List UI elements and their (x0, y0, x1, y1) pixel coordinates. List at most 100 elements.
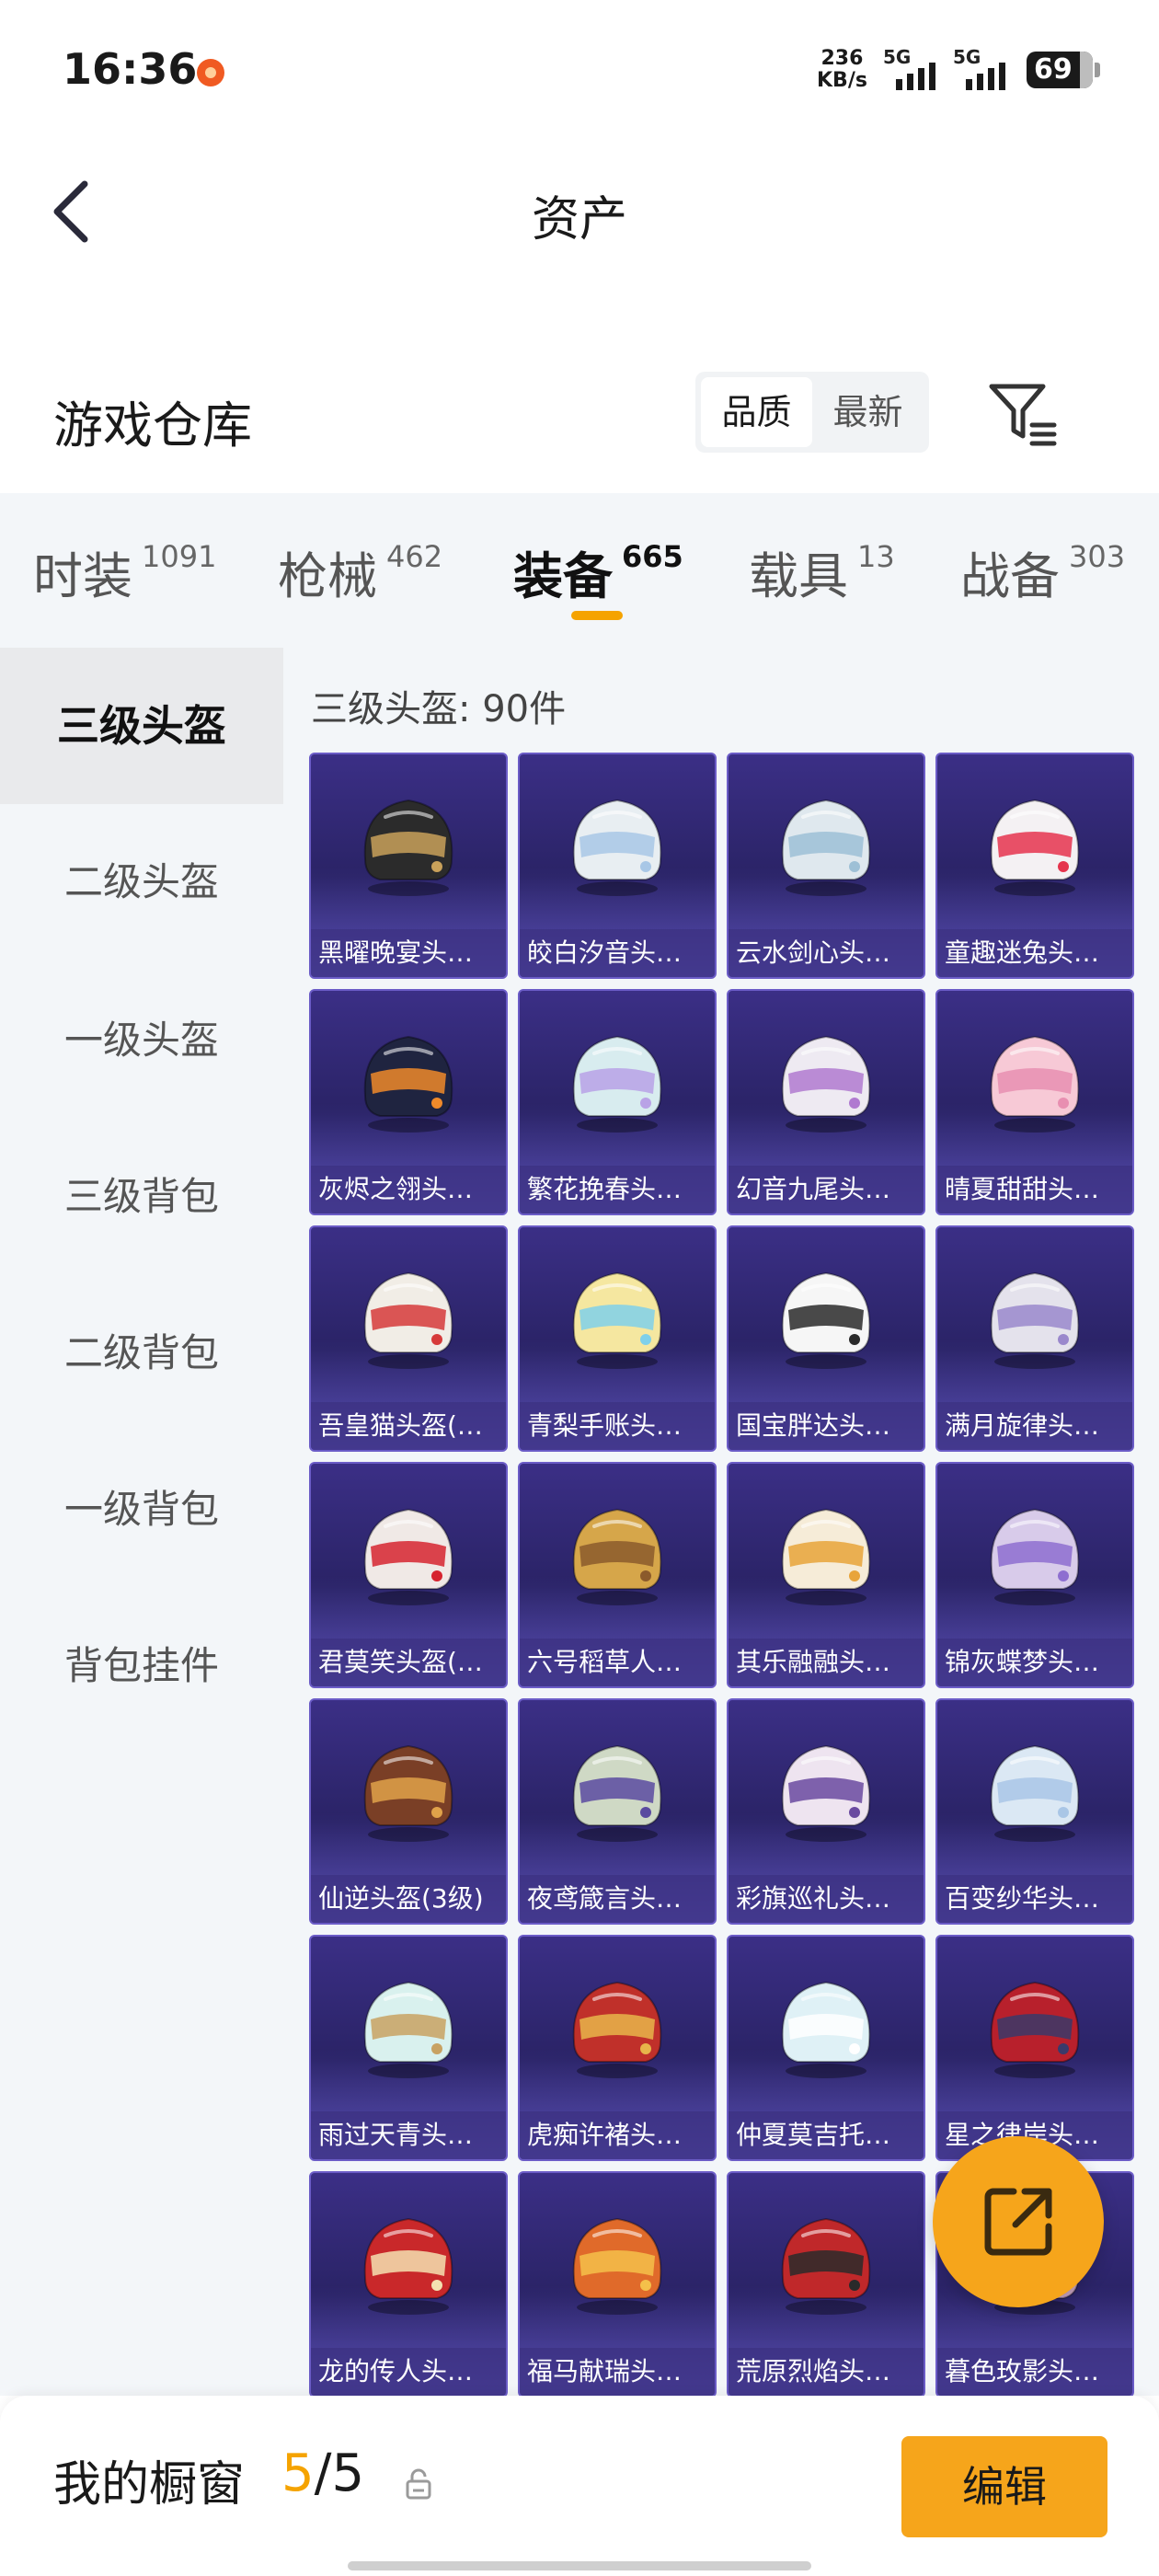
tab-count: 13 (857, 539, 895, 574)
helmet-icon (990, 1744, 1080, 1842)
warehouse-title: 游戏仓库 (53, 397, 252, 454)
item-name: 灰烬之翎头… (311, 1166, 506, 1213)
item-name: 繁花挽春头… (520, 1166, 715, 1213)
share-icon (984, 2188, 1052, 2256)
helmet-icon (781, 2217, 871, 2315)
battery-level: 69 (1034, 53, 1073, 86)
item-card[interactable]: 灰烬之翎头… (309, 989, 508, 1215)
tab-equipment[interactable]: 装备 665 (513, 535, 683, 608)
tab-guns[interactable]: 枪械 462 (278, 535, 442, 608)
item-card[interactable]: 童趣迷兔头… (935, 753, 1134, 979)
item-card[interactable]: 仲夏莫吉托… (727, 1935, 925, 2161)
sidebar-item-level2-backpack[interactable]: 二级背包 (0, 1275, 283, 1432)
item-card[interactable]: 黑曜晚宴头… (309, 753, 508, 979)
item-card[interactable]: 百变纱华头… (935, 1698, 1134, 1925)
item-card[interactable]: 云水剑心头… (727, 753, 925, 979)
item-name: 福马献瑞头… (520, 2348, 715, 2396)
signal-2-label: 5G (953, 46, 981, 68)
sort-option-latest[interactable]: 最新 (812, 377, 924, 447)
item-card[interactable]: 雨过天青头… (309, 1935, 508, 2161)
edit-button[interactable]: 编辑 (901, 2436, 1107, 2537)
item-card[interactable]: 仙逆头盔(3级) (309, 1698, 508, 1925)
tab-label: 战备 (960, 547, 1060, 605)
item-card[interactable]: 繁花挽春头… (518, 989, 717, 1215)
item-name: 晴夏甜甜头… (937, 1166, 1132, 1213)
battery-icon: 69 (1027, 52, 1100, 88)
item-card[interactable]: 青梨手账头… (518, 1225, 717, 1452)
helmet-icon (781, 1035, 871, 1133)
helmet-icon (781, 1744, 871, 1842)
item-name: 青梨手账头… (520, 1402, 715, 1450)
sidebar-item-level1-backpack[interactable]: 一级背包 (0, 1432, 283, 1588)
item-name: 荒原烈焰头… (729, 2348, 924, 2396)
item-card[interactable]: 其乐融融头… (727, 1462, 925, 1688)
helmet-icon (990, 1271, 1080, 1369)
tab-gear[interactable]: 战备 303 (960, 535, 1125, 608)
showcase-current: 5 (281, 2444, 315, 2503)
signal-1-icon: 5G (883, 46, 935, 90)
tab-label: 载具 (749, 547, 848, 605)
helmet-icon (781, 799, 871, 896)
helmet-icon (572, 1981, 662, 2078)
showcase-total: /5 (314, 2444, 365, 2503)
item-panel: 三级头盔: 90件 黑曜晚宴头… 皎白汐音头… 云水剑心头… 童趣迷兔头… 灰烬之翎头…… (283, 648, 1159, 2398)
tab-count: 303 (1069, 539, 1126, 574)
item-card[interactable]: 幻音九尾头… (727, 989, 925, 1215)
tab-vehicles[interactable]: 载具 13 (749, 535, 895, 608)
item-name: 龙的传人头… (311, 2348, 506, 2396)
item-name: 六号稻草人… (520, 1639, 715, 1686)
item-card[interactable]: 夜鸢箴言头… (518, 1698, 717, 1925)
showcase-bar: 我的橱窗 5/5 编辑 (0, 2396, 1159, 2576)
sidebar-item-level3-backpack[interactable]: 三级背包 (0, 1119, 283, 1275)
helmet-icon (781, 1981, 871, 2078)
item-card[interactable]: 锦灰蝶梦头… (935, 1462, 1134, 1688)
item-card[interactable]: 皎白汐音头… (518, 753, 717, 979)
sidebar-item-level3-helmet[interactable]: 三级头盔 (0, 648, 283, 804)
item-name: 百变纱华头… (937, 1875, 1132, 1923)
helmet-icon (781, 1271, 871, 1369)
helmet-icon (363, 799, 453, 896)
item-card[interactable]: 星之律岸头… (935, 1935, 1134, 2161)
item-name: 仙逆头盔(3级) (311, 1875, 506, 1923)
helmet-icon (363, 1508, 453, 1605)
filter-button[interactable] (986, 379, 1060, 449)
item-name: 皎白汐音头… (520, 929, 715, 977)
item-name: 君莫笑头盔(… (311, 1639, 506, 1686)
item-card[interactable]: 荒原烈焰头… (727, 2171, 925, 2398)
item-card[interactable]: 龙的传人头… (309, 2171, 508, 2398)
tab-fashion[interactable]: 时装 1091 (33, 535, 216, 608)
item-card[interactable]: 晴夏甜甜头… (935, 989, 1134, 1215)
helmet-icon (363, 2217, 453, 2315)
item-name: 虎痴许褚头… (520, 2111, 715, 2159)
helmet-icon (363, 1744, 453, 1842)
item-card[interactable]: 满月旋律头… (935, 1225, 1134, 1452)
item-card[interactable]: 吾皇猫头盔(… (309, 1225, 508, 1452)
helmet-icon (572, 1508, 662, 1605)
item-name: 黑曜晚宴头… (311, 929, 506, 977)
sidebar-item-level2-helmet[interactable]: 二级头盔 (0, 804, 283, 960)
share-button[interactable] (933, 2136, 1104, 2307)
sidebar-item-backpack-charm[interactable]: 背包挂件 (0, 1588, 283, 1744)
category-tabs: 时装 1091 枪械 462 装备 665 载具 13 战备 303 (0, 493, 1159, 648)
sort-option-quality[interactable]: 品质 (701, 377, 812, 447)
helmet-icon (572, 1271, 662, 1369)
sidebar: 三级头盔 二级头盔 一级头盔 三级背包 二级背包 一级背包 背包挂件 (0, 648, 283, 2396)
net-speed-unit: KB/s (817, 69, 867, 92)
item-card[interactable]: 君莫笑头盔(… (309, 1462, 508, 1688)
item-count-heading: 三级头盔: 90件 (311, 688, 567, 730)
item-name: 吾皇猫头盔(… (311, 1402, 506, 1450)
item-card[interactable]: 国宝胖达头… (727, 1225, 925, 1452)
helmet-icon (572, 2217, 662, 2315)
item-card[interactable]: 彩旗巡礼头… (727, 1698, 925, 1925)
item-name: 锦灰蝶梦头… (937, 1639, 1132, 1686)
net-speed: 236 KB/s (817, 48, 867, 92)
page-title: 资产 (531, 192, 627, 247)
item-card[interactable]: 六号稻草人… (518, 1462, 717, 1688)
signal-1-label: 5G (883, 46, 912, 68)
helmet-icon (572, 799, 662, 896)
item-card[interactable]: 福马献瑞头… (518, 2171, 717, 2398)
helmet-icon (990, 1508, 1080, 1605)
item-card[interactable]: 虎痴许褚头… (518, 1935, 717, 2161)
showcase-label: 我的橱窗 (53, 2457, 246, 2513)
sidebar-item-level1-helmet[interactable]: 一级头盔 (0, 962, 283, 1119)
